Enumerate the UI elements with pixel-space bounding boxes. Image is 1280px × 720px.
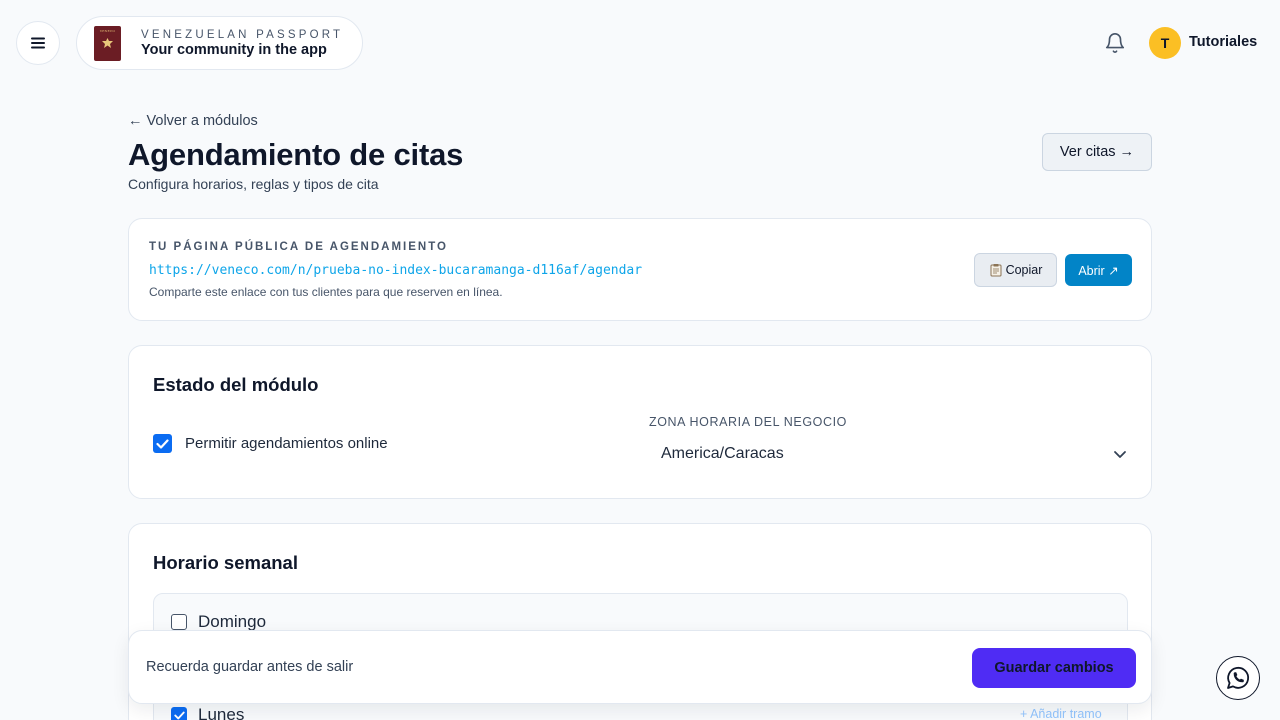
- brand-tagline: Your community in the app: [141, 41, 327, 58]
- public-page-label: TU PÁGINA PÚBLICA DE AGENDAMIENTO: [149, 241, 448, 253]
- whatsapp-icon: [1227, 666, 1250, 689]
- day-checkbox-domingo[interactable]: [171, 614, 187, 630]
- hamburger-icon: [31, 37, 45, 49]
- open-button[interactable]: Abrir ↗: [1065, 254, 1132, 286]
- user-name[interactable]: Tutoriales: [1189, 34, 1257, 50]
- timezone-select[interactable]: America/Caracas: [649, 436, 1129, 472]
- whatsapp-button[interactable]: [1216, 656, 1260, 700]
- add-slot-link[interactable]: + Añadir tramo: [1020, 707, 1102, 720]
- public-page-card: TU PÁGINA PÚBLICA DE AGENDAMIENTO https:…: [128, 218, 1152, 321]
- view-appointments-button[interactable]: Ver citas →: [1042, 133, 1152, 171]
- module-status-card: Estado del módulo Permitir agendamientos…: [128, 345, 1152, 499]
- allow-online-checkbox[interactable]: [153, 434, 172, 453]
- weekly-schedule-title: Horario semanal: [153, 552, 298, 573]
- page-subtitle: Configura horarios, reglas y tipos de ci…: [128, 176, 379, 192]
- day-name-lunes: Lunes: [198, 705, 245, 720]
- checkmark-icon: [156, 438, 169, 449]
- page-title: Agendamiento de citas: [128, 137, 464, 172]
- back-to-modules-link[interactable]: ← Volver a módulos: [128, 113, 258, 129]
- checkmark-icon: [173, 711, 185, 719]
- chevron-down-icon: [1114, 451, 1126, 458]
- timezone-label: ZONA HORARIA DEL NEGOCIO: [649, 415, 847, 429]
- save-reminder: Recuerda guardar antes de salir: [146, 659, 354, 675]
- passport-logo: VENECO: [94, 25, 121, 61]
- copy-label: Copiar: [1005, 263, 1043, 277]
- module-status-title: Estado del módulo: [153, 374, 319, 395]
- brand-name: VENEZUELAN PASSPORT: [141, 28, 344, 41]
- avatar[interactable]: T: [1149, 27, 1181, 59]
- day-name-domingo: Domingo: [198, 612, 267, 631]
- top-bar: VENECO VENEZUELAN PASSPORT Your communit…: [0, 0, 1280, 86]
- brand-pill[interactable]: VENECO VENEZUELAN PASSPORT Your communit…: [76, 16, 363, 70]
- timezone-value: America/Caracas: [661, 445, 784, 462]
- allow-online-label: Permitir agendamientos online: [185, 435, 388, 452]
- public-page-url[interactable]: https://veneco.com/n/prueba-no-index-buc…: [149, 263, 642, 278]
- menu-button[interactable]: [16, 21, 60, 65]
- save-button[interactable]: Guardar cambios: [972, 648, 1136, 688]
- public-page-hint: Comparte este enlace con tus clientes pa…: [149, 285, 503, 299]
- day-checkbox-lunes[interactable]: [171, 707, 187, 720]
- bell-icon[interactable]: [1104, 32, 1126, 54]
- clipboard-icon: [990, 264, 1002, 277]
- copy-button[interactable]: Copiar: [974, 253, 1057, 287]
- save-bar: Recuerda guardar antes de salir Guardar …: [128, 630, 1152, 704]
